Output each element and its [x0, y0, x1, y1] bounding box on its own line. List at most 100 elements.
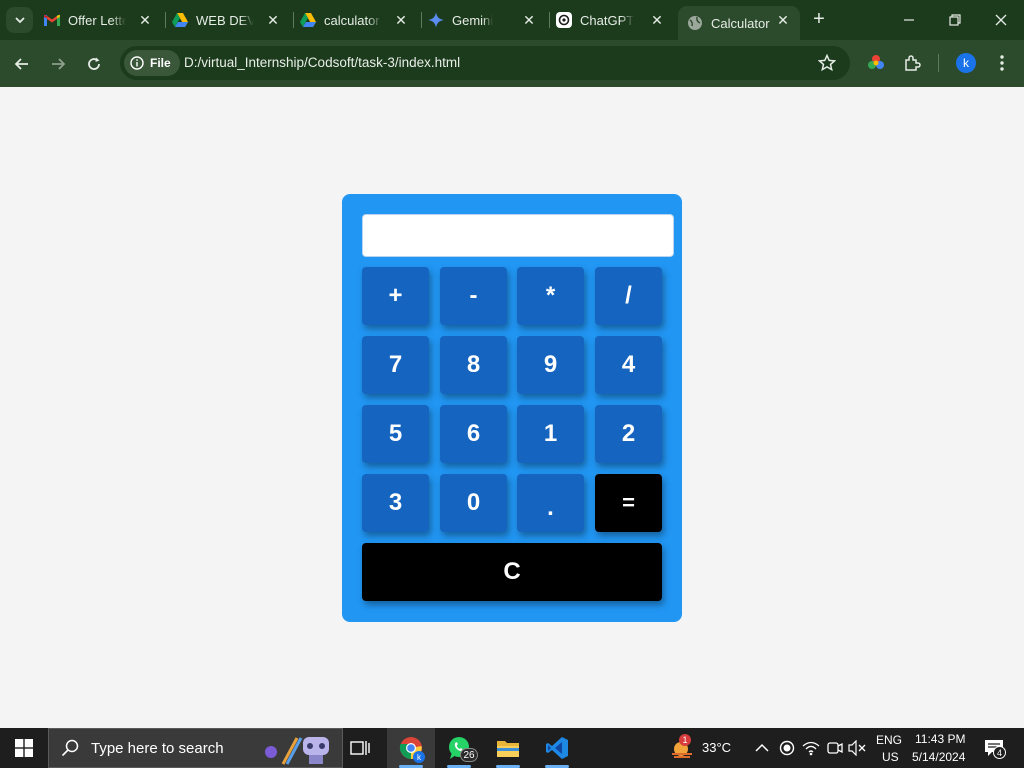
- close-icon[interactable]: ✕: [392, 11, 410, 29]
- key-4[interactable]: 4: [595, 336, 662, 394]
- task-view-icon: [350, 741, 370, 755]
- arrow-right-icon: [52, 58, 66, 70]
- gmail-icon: [44, 12, 60, 28]
- notification-center-icon[interactable]: 4: [983, 737, 1006, 759]
- key-8[interactable]: 8: [440, 336, 507, 394]
- restore-button[interactable]: [932, 0, 978, 40]
- folder-icon: [497, 741, 519, 757]
- chevron-up-icon[interactable]: [753, 739, 771, 757]
- close-icon[interactable]: ✕: [520, 11, 538, 29]
- tab-label: WEB DEV.pdf: [196, 12, 254, 28]
- tab-web-dev[interactable]: WEB DEV.pdf ✕: [172, 6, 290, 34]
- browser-toolbar: File D:/virtual_Internship/Codsoft/task-…: [0, 40, 1024, 87]
- search-highlight-icon: [265, 737, 329, 765]
- tab-label: Offer Letter: [68, 12, 126, 28]
- key-plus[interactable]: +: [362, 267, 429, 325]
- color-extension-icon[interactable]: [865, 52, 887, 74]
- search-icon: [61, 739, 79, 757]
- reload-icon: [88, 57, 100, 70]
- chatgpt-icon: [556, 12, 572, 28]
- tab-label: Calculator: [711, 15, 770, 31]
- clock-time[interactable]: 11:43 PM: [915, 732, 965, 746]
- windows-logo-icon: [15, 739, 33, 757]
- key-minus[interactable]: -: [440, 267, 507, 325]
- chip-label: File: [150, 56, 171, 70]
- key-6[interactable]: 6: [440, 405, 507, 463]
- new-tab-button[interactable]: +: [808, 9, 830, 31]
- key-7[interactable]: 7: [362, 336, 429, 394]
- close-icon[interactable]: ✕: [136, 11, 154, 29]
- forward-button[interactable]: [44, 50, 72, 78]
- tab-calculator-active[interactable]: Calculator ✕: [678, 6, 800, 40]
- arrow-left-icon: [14, 58, 28, 70]
- back-button[interactable]: [8, 50, 36, 78]
- task-view-button[interactable]: [336, 728, 384, 768]
- windows-taskbar: Type here to search k 26 1 33°C ENG US 1…: [0, 728, 1024, 768]
- restore-icon: [949, 14, 961, 26]
- minimize-button[interactable]: [886, 0, 932, 40]
- close-icon[interactable]: ✕: [264, 11, 282, 29]
- minimize-icon: [904, 19, 914, 21]
- more-menu-icon[interactable]: [991, 52, 1013, 74]
- site-info-chip[interactable]: File: [124, 50, 180, 76]
- camera-icon[interactable]: [826, 739, 844, 757]
- address-bar[interactable]: File D:/virtual_Internship/Codsoft/task-…: [120, 46, 850, 80]
- vscode-icon: [546, 737, 568, 759]
- google-drive-icon: [172, 12, 188, 28]
- key-2[interactable]: 2: [595, 405, 662, 463]
- key-equals[interactable]: =: [595, 474, 662, 532]
- search-placeholder: Type here to search: [91, 739, 224, 757]
- reload-button[interactable]: [80, 50, 108, 78]
- record-icon[interactable]: [778, 739, 796, 757]
- taskbar-search-box[interactable]: Type here to search: [48, 728, 343, 768]
- browser-tab-strip: Offer Letter ✕ WEB DEV.pdf ✕ calculator …: [0, 0, 1024, 40]
- close-window-button[interactable]: [978, 0, 1024, 40]
- extensions-puzzle-icon[interactable]: [901, 52, 923, 74]
- weather-icon[interactable]: 1: [670, 734, 694, 760]
- gemini-icon: [428, 12, 444, 28]
- chrome-profile-badge: k: [413, 751, 425, 763]
- key-multiply[interactable]: *: [517, 267, 584, 325]
- info-icon: [130, 56, 144, 70]
- google-drive-icon: [300, 12, 316, 28]
- key-1[interactable]: 1: [517, 405, 584, 463]
- tab-gemini[interactable]: Gemini ✕: [428, 6, 546, 34]
- close-icon[interactable]: ✕: [774, 11, 792, 29]
- key-decimal[interactable]: .: [517, 474, 584, 532]
- calculator-display[interactable]: [362, 214, 674, 257]
- whatsapp-unread-badge: 26: [460, 748, 478, 762]
- taskbar-whatsapp[interactable]: 26: [435, 728, 483, 768]
- language-text[interactable]: ENG: [876, 733, 902, 747]
- key-5[interactable]: 5: [362, 405, 429, 463]
- tab-chatgpt[interactable]: ChatGPT ✕: [556, 6, 674, 34]
- bookmark-star-icon[interactable]: [818, 54, 836, 72]
- taskbar-file-explorer[interactable]: [484, 728, 532, 768]
- start-button[interactable]: [0, 728, 48, 768]
- key-3[interactable]: 3: [362, 474, 429, 532]
- tab-offer-letter[interactable]: Offer Letter ✕: [44, 6, 162, 34]
- close-icon[interactable]: ✕: [648, 11, 666, 29]
- close-icon: [995, 14, 1007, 26]
- key-0[interactable]: 0: [440, 474, 507, 532]
- taskbar-vscode[interactable]: [533, 728, 581, 768]
- key-divide[interactable]: /: [595, 267, 662, 325]
- temperature-text[interactable]: 33°C: [702, 740, 731, 755]
- notification-count-badge: 4: [993, 746, 1006, 759]
- clock-date[interactable]: 5/14/2024: [912, 750, 965, 764]
- profile-avatar[interactable]: k: [956, 53, 976, 73]
- tab-search-button[interactable]: [6, 7, 33, 33]
- globe-icon: [687, 15, 703, 31]
- tab-label: ChatGPT: [580, 12, 635, 28]
- key-9[interactable]: 9: [517, 336, 584, 394]
- taskbar-chrome[interactable]: k: [387, 728, 435, 768]
- wifi-icon[interactable]: [802, 739, 820, 757]
- tab-label: calculator c: [324, 12, 382, 28]
- url-text[interactable]: D:/virtual_Internship/Codsoft/task-3/ind…: [184, 55, 460, 70]
- region-text[interactable]: US: [882, 750, 899, 764]
- tab-calculator-drive[interactable]: calculator c ✕: [300, 6, 418, 34]
- speaker-muted-icon[interactable]: [848, 739, 866, 757]
- weather-alert-badge: 1: [679, 734, 691, 746]
- calculator-panel: + - * / 7 8 9 4 5 6 1 2 3 0 . = C: [342, 194, 682, 622]
- chevron-down-icon: [14, 17, 25, 24]
- clear-button[interactable]: C: [362, 543, 662, 601]
